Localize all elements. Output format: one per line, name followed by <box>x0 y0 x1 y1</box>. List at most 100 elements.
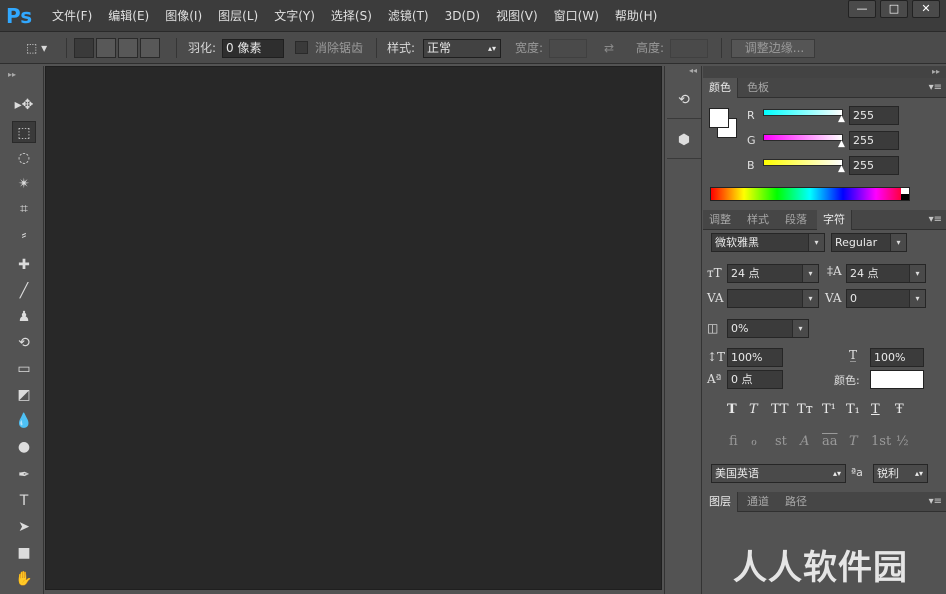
strikethrough-button[interactable]: Ŧ <box>895 402 904 417</box>
vertical-scale-input[interactable]: 100% <box>727 348 783 367</box>
pen-tool[interactable]: ✒ <box>12 464 36 486</box>
spectrum-black[interactable] <box>901 194 909 200</box>
channel-slider-g[interactable] <box>763 134 843 141</box>
history-brush-tool[interactable]: ⟲ <box>12 332 36 354</box>
ligature-button[interactable]: fi <box>729 434 738 449</box>
channel-value-r[interactable]: 255 <box>849 106 899 125</box>
dodge-tool[interactable]: ● <box>12 436 36 458</box>
refine-edge-button[interactable]: 调整边缘... <box>731 39 815 58</box>
collapse-icon[interactable]: ▸▸ <box>8 70 16 79</box>
swap-icon[interactable]: ⇄ <box>604 32 614 64</box>
lasso-tool[interactable]: ◌ <box>12 147 36 169</box>
menu-file[interactable]: 文件(F) <box>52 0 92 32</box>
path-select-tool[interactable]: ➤ <box>12 516 36 538</box>
panel-menu-icon[interactable]: ▾≡ <box>929 78 942 98</box>
tab-character[interactable]: 字符 <box>817 210 852 230</box>
feather-input[interactable]: 0 像素 <box>222 39 284 58</box>
titling-alternate-button[interactable]: T <box>849 434 858 449</box>
color-spectrum[interactable] <box>710 187 910 201</box>
antialias-checkbox[interactable] <box>295 41 308 54</box>
channel-value-b[interactable]: 255 <box>849 156 899 175</box>
height-input[interactable] <box>670 39 708 58</box>
move-tool[interactable]: ▸✥ <box>12 94 36 116</box>
contextual-alternate-button[interactable]: st <box>775 434 787 449</box>
small-caps-button[interactable]: Tт <box>797 402 813 417</box>
font-style-select[interactable]: Regular ▾ <box>831 233 907 252</box>
maximize-button[interactable]: □ <box>880 0 908 18</box>
menu-3d[interactable]: 3D(D) <box>445 0 480 32</box>
tab-layers[interactable]: 图层 <box>703 492 738 512</box>
leading-select[interactable]: 24 点 ▾ <box>846 264 926 283</box>
crop-tool[interactable]: ⌗ <box>12 198 36 220</box>
style-select[interactable]: 正常 ▴▾ <box>423 39 501 58</box>
subtract-selection-button[interactable] <box>118 38 138 58</box>
marquee-preset-icon[interactable]: ⬚ ▾ <box>26 32 47 64</box>
menu-edit[interactable]: 编辑(E) <box>108 0 149 32</box>
horizontal-scale-input[interactable]: 100% <box>870 348 924 367</box>
tab-paths[interactable]: 路径 <box>779 492 813 512</box>
font-family-select[interactable]: 微软雅黑 ▾ <box>711 233 825 252</box>
magic-wand-tool[interactable]: ✴ <box>12 173 36 195</box>
menu-filter[interactable]: 滤镜(T) <box>388 0 429 32</box>
channel-slider-r[interactable] <box>763 109 843 116</box>
stylistic-alternate-button[interactable]: aa <box>822 434 838 449</box>
collapse-icon[interactable]: ▸▸ <box>932 66 940 78</box>
menu-image[interactable]: 图像(I) <box>165 0 202 32</box>
tsume-select[interactable]: 0% ▾ <box>727 319 809 338</box>
menu-layer[interactable]: 图层(L) <box>218 0 258 32</box>
slider-thumb-icon[interactable]: ▲ <box>838 114 845 124</box>
language-select[interactable]: 美国英语 ▴▾ <box>711 464 846 483</box>
subscript-button[interactable]: T₁ <box>846 402 860 417</box>
hand-tool[interactable]: ✋ <box>12 568 36 590</box>
channel-slider-b[interactable] <box>763 159 843 166</box>
minimize-button[interactable]: — <box>848 0 876 18</box>
discretionary-ligature-button[interactable]: ℴ <box>751 434 757 449</box>
marquee-tool[interactable]: ⬚ <box>12 121 36 143</box>
panel-menu-icon[interactable]: ▾≡ <box>929 210 942 230</box>
expand-icon[interactable]: ◂◂ <box>689 66 697 75</box>
antialias-select[interactable]: 锐利 ▴▾ <box>873 464 928 483</box>
type-tool[interactable]: T <box>12 490 36 512</box>
baseline-shift-input[interactable]: 0 点 <box>727 370 783 389</box>
panel-menu-icon[interactable]: ▾≡ <box>929 492 942 512</box>
menu-select[interactable]: 选择(S) <box>331 0 372 32</box>
stamp-tool[interactable]: ♟ <box>12 306 36 328</box>
font-size-select[interactable]: 24 点 ▾ <box>727 264 819 283</box>
fractions-button[interactable]: ½ <box>896 434 909 449</box>
ordinals-button[interactable]: 1st <box>871 434 891 449</box>
kerning-select[interactable]: ▾ <box>727 289 819 308</box>
eyedropper-tool[interactable]: ⸗ <box>12 224 36 246</box>
3d-icon[interactable]: ⬢ <box>671 128 697 152</box>
menu-view[interactable]: 视图(V) <box>496 0 538 32</box>
all-caps-button[interactable]: TT <box>771 402 789 417</box>
eraser-tool[interactable]: ▭ <box>12 358 36 380</box>
add-selection-button[interactable] <box>96 38 116 58</box>
close-button[interactable]: ✕ <box>912 0 940 18</box>
history-icon[interactable]: ⟲ <box>671 88 697 112</box>
tab-paragraph[interactable]: 段落 <box>779 210 813 230</box>
tab-adjustments[interactable]: 调整 <box>703 210 737 230</box>
menu-window[interactable]: 窗口(W) <box>554 0 599 32</box>
tracking-select[interactable]: 0 ▾ <box>846 289 926 308</box>
tab-swatches[interactable]: 色板 <box>741 78 775 98</box>
slider-thumb-icon[interactable]: ▲ <box>838 164 845 174</box>
tab-styles[interactable]: 样式 <box>741 210 775 230</box>
foreground-color-swatch[interactable] <box>709 108 729 128</box>
swash-button[interactable]: A <box>800 434 809 449</box>
width-input[interactable] <box>549 39 587 58</box>
text-color-swatch[interactable] <box>870 370 924 389</box>
paint-bucket-tool[interactable]: ◩ <box>12 384 36 406</box>
healing-tool[interactable]: ✚ <box>12 254 36 276</box>
channel-value-g[interactable]: 255 <box>849 131 899 150</box>
slider-thumb-icon[interactable]: ▲ <box>838 139 845 149</box>
menu-help[interactable]: 帮助(H) <box>615 0 657 32</box>
blur-tool[interactable]: 💧 <box>12 410 36 432</box>
rectangle-tool[interactable]: ■ <box>12 542 36 564</box>
tab-color[interactable]: 颜色 <box>703 78 738 98</box>
superscript-button[interactable]: T¹ <box>822 402 836 417</box>
menu-type[interactable]: 文字(Y) <box>274 0 315 32</box>
new-selection-button[interactable] <box>74 38 94 58</box>
brush-tool[interactable]: ╱ <box>12 280 36 302</box>
document-canvas[interactable] <box>45 66 662 590</box>
faux-bold-button[interactable]: T <box>727 402 737 417</box>
